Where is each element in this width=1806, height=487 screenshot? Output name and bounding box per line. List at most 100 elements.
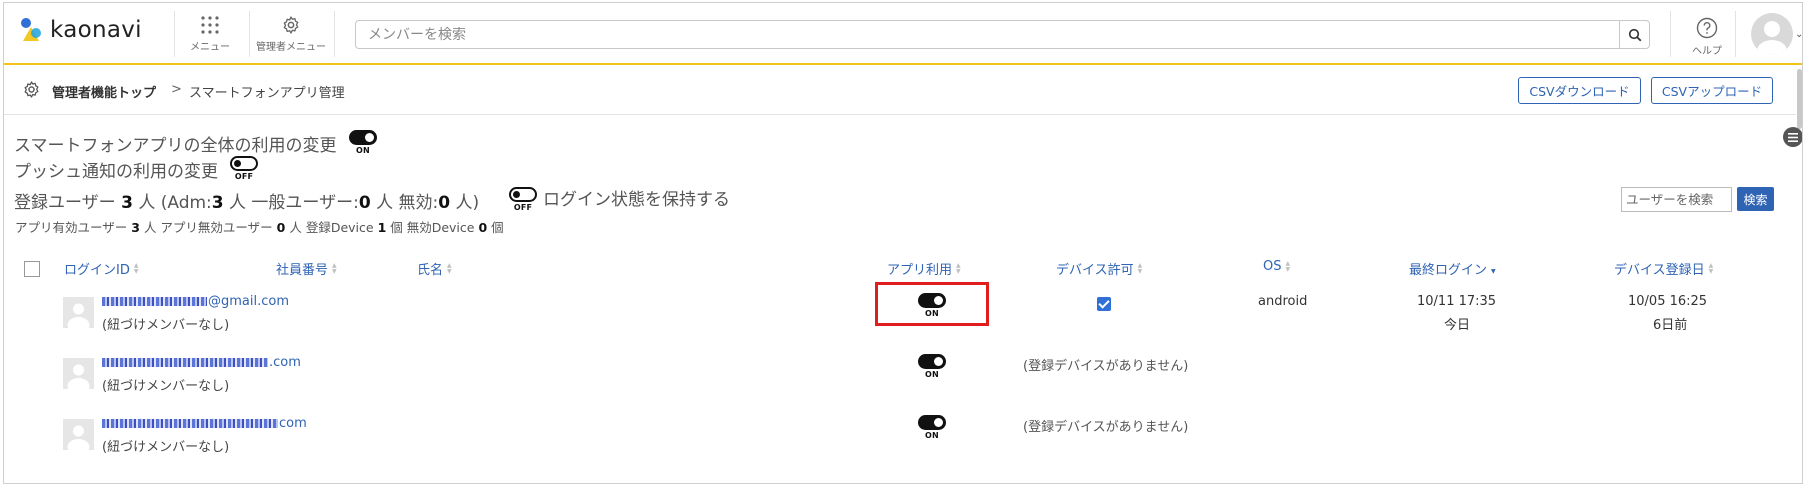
- search-icon: [1628, 28, 1641, 41]
- col-os[interactable]: OS ▲ ▼: [1263, 259, 1290, 274]
- sort-icon: ▲ ▼: [332, 261, 337, 275]
- csv-download-button[interactable]: CSVダウンロード: [1518, 77, 1641, 104]
- toggle-state: ON: [356, 146, 370, 155]
- summary-text: 個: [491, 220, 504, 235]
- help-label: ヘルプ: [1692, 46, 1722, 57]
- app-invalid-count: 0: [276, 220, 286, 235]
- column-label: アプリ利用: [887, 263, 953, 278]
- kaonavi-logo[interactable]: kaonavi: [18, 17, 142, 43]
- avatar: [63, 297, 94, 328]
- login-id-link[interactable]: .com: [102, 355, 301, 370]
- sort-icon: ▲ ▼: [1491, 261, 1496, 275]
- summary-text: 人 無効:: [376, 193, 439, 213]
- header-divider: [249, 11, 250, 57]
- member-search-input[interactable]: [356, 21, 1619, 48]
- registered-count: 3: [121, 193, 133, 213]
- app-usage-label: スマートフォンアプリの全体の利用の変更: [14, 136, 337, 156]
- push-toggle[interactable]: OFF: [230, 156, 258, 181]
- keep-login-toggle[interactable]: OFF: [509, 187, 537, 212]
- help-icon: [1696, 17, 1718, 39]
- summary-text: 人): [455, 193, 480, 213]
- email-suffix: .com: [269, 355, 301, 370]
- col-login-id[interactable]: ログインID ▲ ▼: [64, 259, 138, 278]
- push-label: プッシュ通知の利用の変更: [14, 162, 218, 182]
- col-device-permission[interactable]: デバイス許可 ▲ ▼: [1056, 259, 1142, 278]
- column-label: 社員番号: [276, 263, 329, 278]
- logo-text: kaonavi: [50, 17, 142, 43]
- col-employee-number[interactable]: 社員番号 ▲ ▼: [276, 259, 337, 278]
- toggle-switch: [918, 415, 946, 430]
- app-users-summary: アプリ有効ユーザー 3 人 アプリ無効ユーザー 0 人 登録Device 1 個…: [15, 217, 504, 236]
- device-reg-date-relative: 6日前: [1653, 318, 1688, 333]
- email-suffix: @gmail.com: [208, 294, 290, 309]
- summary-text: 人 アプリ無効ユーザー: [143, 220, 273, 235]
- breadcrumb: 管理者機能トップ > スマートフォンアプリ管理 CSVダウンロード CSVアップ…: [4, 67, 1802, 115]
- toggle-state: OFF: [234, 172, 254, 181]
- highlight-box: [875, 282, 989, 326]
- col-name[interactable]: 氏名 ▲ ▼: [417, 259, 452, 278]
- invalid-device-count: 0: [478, 220, 488, 235]
- chevron-down-icon[interactable]: ⌄: [1795, 29, 1802, 40]
- member-search-button[interactable]: [1619, 21, 1649, 48]
- header-divider: [1735, 11, 1736, 57]
- menu-button[interactable]: メニュー: [190, 15, 230, 53]
- avatar: [63, 419, 94, 450]
- csv-upload-button[interactable]: CSVアップロード: [1651, 77, 1773, 104]
- avatar-person-icon: [67, 364, 90, 389]
- summary-text: 人 (Adm:: [138, 193, 212, 213]
- col-device-reg-date[interactable]: デバイス登録日 ▲ ▼: [1614, 259, 1713, 278]
- column-label: 氏名: [417, 263, 444, 278]
- breadcrumb-admin-top[interactable]: 管理者機能トップ: [52, 82, 156, 101]
- app-usage-row-toggle[interactable]: ON: [918, 415, 946, 440]
- summary-text: 人 登録Device: [289, 220, 374, 235]
- user-search-input[interactable]: [1621, 187, 1732, 212]
- no-device-text: (登録デバイスがありません): [1023, 359, 1189, 374]
- floating-menu-button[interactable]: [1783, 127, 1802, 147]
- device-reg-date-value: 10/05 16:25: [1628, 294, 1708, 309]
- user-search-button[interactable]: 検索: [1737, 187, 1774, 211]
- toggle-state: OFF: [513, 203, 533, 212]
- member-search-box: [355, 20, 1650, 49]
- summary-text: 個 無効Device: [390, 220, 475, 235]
- summary-text: 登録ユーザー: [14, 193, 116, 213]
- app-window: kaonavi メニュー 管理者メニュー メンバーを検索 ヘルプ ⌄ 管理者機能…: [3, 2, 1803, 484]
- login-id-link[interactable]: @gmail.com: [102, 294, 289, 309]
- col-last-login[interactable]: 最終ログイン ▲ ▼: [1409, 259, 1496, 278]
- toggle-switch: [349, 130, 377, 145]
- col-app-usage[interactable]: アプリ利用 ▲ ▼: [887, 259, 961, 278]
- user-avatar[interactable]: [1751, 13, 1793, 55]
- help-button[interactable]: ヘルプ: [1692, 17, 1722, 57]
- toggle-state: ON: [925, 431, 939, 440]
- gear-icon: [24, 81, 39, 98]
- toggle-switch: [918, 354, 946, 369]
- sort-icon: ▲ ▼: [133, 261, 139, 275]
- redacted-text: [102, 419, 278, 428]
- app-valid-count: 3: [131, 220, 140, 235]
- sort-icon: ▲ ▼: [1708, 261, 1714, 275]
- column-label: デバイス許可: [1056, 263, 1134, 278]
- breadcrumb-separator: >: [171, 82, 182, 97]
- scrollbar-thumb[interactable]: [1797, 69, 1802, 129]
- invalid-count: 0: [438, 193, 451, 213]
- avatar-person-icon: [67, 425, 90, 450]
- toggle-switch: [230, 156, 258, 171]
- column-label: ログインID: [64, 263, 130, 278]
- avatar-person-icon: [1757, 21, 1787, 55]
- column-label: デバイス登録日: [1614, 263, 1705, 278]
- sort-icon: ▲ ▼: [447, 261, 452, 275]
- last-login-relative: 今日: [1444, 318, 1471, 333]
- device-count: 1: [377, 220, 387, 235]
- select-all-checkbox[interactable]: [24, 261, 40, 277]
- sort-icon: ▲ ▼: [956, 261, 961, 275]
- column-label: 最終ログイン: [1409, 263, 1488, 278]
- admin-menu-button[interactable]: 管理者メニュー: [256, 15, 326, 53]
- summary-text: 人 一般ユーザー:: [229, 193, 359, 213]
- os-value: android: [1258, 294, 1308, 309]
- device-permission-checkbox[interactable]: [1097, 297, 1111, 311]
- avatar: [63, 358, 94, 389]
- general-count: 0: [358, 193, 371, 213]
- app-usage-row-toggle[interactable]: ON: [918, 354, 946, 379]
- top-header: kaonavi メニュー 管理者メニュー メンバーを検索 ヘルプ ⌄: [4, 3, 1802, 65]
- app-usage-toggle[interactable]: ON: [349, 130, 377, 155]
- login-id-link[interactable]: com: [102, 416, 307, 431]
